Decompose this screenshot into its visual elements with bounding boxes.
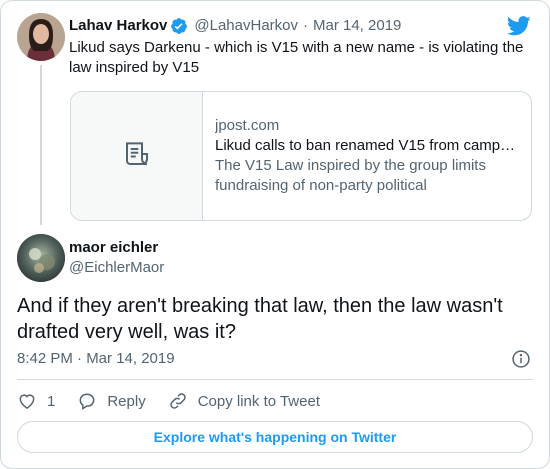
parent-tweet-text: Likud says Darkenu - which is V15 with a… — [69, 39, 524, 76]
main-tweet-text: And if they aren't breaking that law, th… — [17, 295, 503, 343]
author-handle[interactable]: @LahavHarkov — [194, 16, 298, 36]
like-button[interactable]: 1 — [17, 391, 55, 411]
copy-link-label: Copy link to Tweet — [197, 392, 320, 410]
heart-icon — [19, 394, 35, 409]
explore-twitter-button[interactable]: Explore what's happening on Twitter — [17, 421, 533, 453]
tweet-actions: 1 Reply Copy link to Tweet — [17, 389, 342, 413]
verified-badge-icon — [170, 17, 188, 35]
link-preview-card[interactable]: jpost.com Likud calls to ban renamed V15… — [70, 91, 532, 221]
reply-label: Reply — [107, 392, 146, 410]
tweet-timestamp[interactable]: 8:42 PM · Mar 14, 2019 — [17, 349, 175, 369]
link-card-body: jpost.com Likud calls to ban renamed V15… — [203, 92, 531, 220]
tweet-embed-card: Lahav Harkov @LahavHarkov · Mar 14, 2019… — [0, 0, 550, 469]
thread-line — [40, 65, 42, 225]
reply-button[interactable]: Reply — [77, 391, 146, 411]
author-handle[interactable]: @EichlerMaor — [69, 258, 164, 278]
link-icon — [169, 393, 186, 409]
twitter-logo-icon[interactable] — [506, 15, 531, 37]
link-thumbnail — [71, 92, 203, 220]
avatar-maor-eichler[interactable] — [17, 234, 65, 282]
author-name[interactable]: Lahav Harkov — [69, 16, 167, 36]
like-count: 1 — [47, 392, 56, 410]
article-icon — [122, 139, 152, 174]
separator-dot: · — [303, 17, 308, 34]
link-domain: jpost.com — [215, 117, 280, 134]
link-description: The V15 Law inspired by the group limits… — [215, 157, 486, 194]
info-icon[interactable] — [511, 349, 531, 369]
avatar-lahav-harkov[interactable] — [17, 13, 65, 61]
tweet-date[interactable]: Mar 14, 2019 — [313, 16, 401, 36]
copy-link-button[interactable]: Copy link to Tweet — [168, 391, 320, 411]
author-name[interactable]: maor eichler — [69, 238, 158, 258]
reply-icon — [79, 393, 95, 410]
divider — [17, 379, 533, 380]
parent-tweet-header: Lahav Harkov @LahavHarkov · Mar 14, 2019 — [69, 16, 401, 36]
link-title: Likud calls to ban renamed V15 from camp… — [215, 137, 516, 154]
